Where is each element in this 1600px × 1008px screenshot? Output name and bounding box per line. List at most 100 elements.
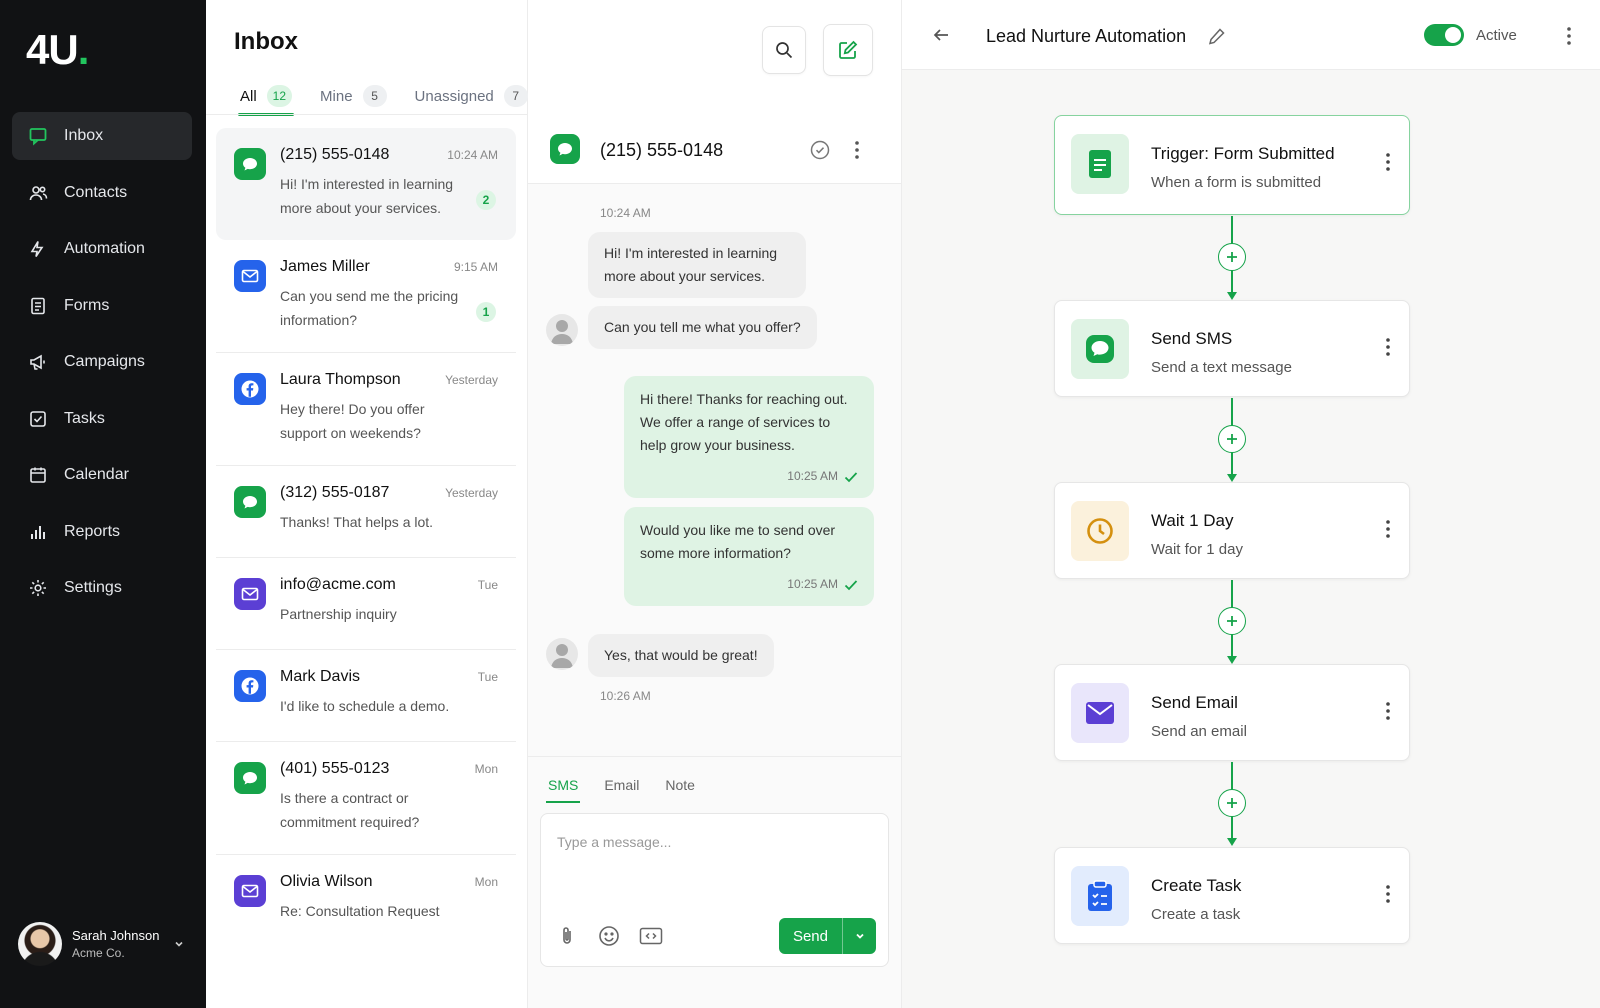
step-title: Trigger: Form Submitted — [1151, 144, 1335, 163]
more-vertical-icon[interactable] — [1385, 519, 1391, 539]
compose-icon — [839, 40, 858, 59]
tab-sms[interactable]: SMS — [545, 777, 581, 803]
conversation-name: Mark Davis — [280, 668, 361, 685]
step-subtitle: Wait for 1 day — [1151, 541, 1243, 558]
search-button[interactable] — [762, 26, 806, 74]
message-input[interactable] — [541, 814, 888, 904]
more-vertical-icon[interactable] — [1385, 884, 1391, 904]
check-icon — [844, 471, 858, 482]
email-icon — [234, 578, 266, 610]
active-toggle[interactable] — [1424, 24, 1464, 46]
conversation-preview: I'd like to schedule a demo. — [280, 698, 450, 714]
automation-header: Lead Nurture Automation Active — [902, 0, 1600, 70]
app-logo[interactable]: 4U. — [26, 26, 89, 74]
sidebar-item-inbox[interactable]: Inbox — [12, 112, 192, 160]
more-vertical-icon[interactable] — [1385, 152, 1391, 172]
incoming-message: Yes, that would be great! — [588, 634, 774, 677]
tab-note[interactable]: Note — [665, 777, 695, 803]
conversation-name: (401) 555-0123 — [280, 760, 390, 777]
page-title: Inbox — [234, 28, 298, 55]
tab-email[interactable]: Email — [604, 777, 639, 803]
step-subtitle: Send an email — [1151, 723, 1247, 740]
list-item[interactable]: Laura Thompson Yesterday Hey there! Do y… — [216, 353, 516, 466]
more-vertical-icon[interactable] — [1566, 26, 1572, 46]
list-item[interactable]: (312) 555-0187 Yesterday Thanks! That he… — [216, 466, 516, 558]
tab-count: 7 — [503, 85, 528, 107]
list-item[interactable]: Mark Davis Tue I'd like to schedule a de… — [216, 650, 516, 742]
list-item[interactable]: (215) 555-0148 10:24 AM Hi! I'm interest… — [216, 128, 516, 240]
workflow-step-send-email[interactable]: Send Email Send an email — [1054, 664, 1410, 761]
message-thread: 10:24 AM Hi! I'm interested in learning … — [528, 184, 901, 756]
workflow-step-send-sms[interactable]: Send SMS Send a text message — [1054, 300, 1410, 397]
more-vertical-icon[interactable] — [1385, 701, 1391, 721]
send-options-button[interactable] — [842, 918, 876, 954]
sms-icon — [234, 762, 266, 794]
clock-icon — [1071, 501, 1129, 561]
plus-icon — [1227, 252, 1237, 262]
sidebar-item-forms[interactable]: Forms — [12, 282, 192, 330]
sms-icon — [234, 486, 266, 518]
inbox-tabs: All 12 Mine 5 Unassigned 7 — [237, 78, 556, 116]
emoji-button[interactable] — [595, 922, 623, 950]
workflow-step-create-task[interactable]: Create Task Create a task — [1054, 847, 1410, 944]
tab-mine[interactable]: Mine 5 — [320, 78, 387, 114]
user-menu[interactable]: Sarah Johnson Acme Co. — [18, 922, 188, 966]
search-icon — [776, 42, 793, 59]
more-vertical-icon[interactable] — [854, 140, 860, 160]
attach-button[interactable] — [553, 922, 581, 950]
sidebar-item-tasks[interactable]: Tasks — [12, 395, 192, 443]
unread-badge: 2 — [476, 190, 496, 210]
conversation-preview: Hi! I'm interested in learning more abou… — [280, 176, 454, 216]
tab-count: 5 — [362, 85, 387, 107]
contact-avatar — [546, 638, 578, 670]
add-step-button[interactable] — [1218, 607, 1246, 635]
workflow-step-trigger[interactable]: Trigger: Form Submitted When a form is s… — [1054, 115, 1410, 215]
more-vertical-icon[interactable] — [1385, 337, 1391, 357]
sidebar-item-automation[interactable]: Automation — [12, 225, 192, 273]
paperclip-icon — [563, 927, 571, 944]
sidebar-item-reports[interactable]: Reports — [12, 508, 192, 556]
arrow-head — [1227, 838, 1237, 846]
step-title: Create Task — [1151, 876, 1242, 895]
list-item[interactable]: info@acme.com Tue Partnership inquiry — [216, 558, 516, 650]
step-subtitle: When a form is submitted — [1151, 174, 1322, 191]
step-title: Wait 1 Day — [1151, 511, 1234, 530]
add-step-button[interactable] — [1218, 789, 1246, 817]
conversation-time: 9:15 AM — [453, 260, 498, 274]
automation-icon — [30, 241, 44, 257]
sms-icon — [550, 134, 580, 164]
conversation-time: Mon — [474, 762, 498, 776]
status-label: Active — [1476, 27, 1517, 44]
conversation-preview: Can you send me the pricing information? — [280, 288, 459, 328]
conversation-time: 10:24 AM — [447, 148, 498, 162]
check-circle-icon[interactable] — [810, 140, 830, 160]
add-step-button[interactable] — [1218, 243, 1246, 271]
sidebar-nav: Inbox Contacts Automation Forms Campaign… — [12, 112, 192, 621]
workflow-step-wait[interactable]: Wait 1 Day Wait for 1 day — [1054, 482, 1410, 579]
user-org: Acme Co. — [72, 945, 125, 960]
message-time: 10:25 AM — [787, 469, 838, 483]
sidebar-item-label: Campaigns — [64, 353, 145, 370]
edit-icon[interactable] — [1208, 27, 1226, 45]
template-button[interactable] — [637, 922, 665, 950]
list-item[interactable]: (401) 555-0123 Mon Is there a contract o… — [216, 742, 516, 855]
facebook-icon — [234, 670, 266, 702]
sidebar-item-calendar[interactable]: Calendar — [12, 451, 192, 499]
list-item[interactable]: Olivia Wilson Mon Re: Consultation Reque… — [216, 855, 516, 947]
add-step-button[interactable] — [1218, 425, 1246, 453]
megaphone-icon — [30, 354, 45, 370]
tab-unassigned[interactable]: Unassigned 7 — [415, 78, 528, 114]
send-button[interactable]: Send — [778, 918, 842, 954]
sidebar-item-settings[interactable]: Settings — [12, 564, 192, 612]
email-icon — [234, 875, 266, 907]
list-item[interactable]: James Miller 9:15 AM Can you send me the… — [216, 240, 516, 353]
sidebar-item-campaigns[interactable]: Campaigns — [12, 338, 192, 386]
conversation-list: (215) 555-0148 10:24 AM Hi! I'm interest… — [216, 128, 516, 947]
conversation-name: Olivia Wilson — [280, 873, 373, 890]
arrow-head — [1227, 474, 1237, 482]
back-arrow-icon[interactable] — [932, 26, 950, 44]
conversation-time: Yesterday — [445, 373, 498, 387]
tab-all[interactable]: All 12 — [237, 78, 295, 116]
sidebar-item-contacts[interactable]: Contacts — [12, 169, 192, 217]
compose-button[interactable] — [823, 24, 873, 76]
